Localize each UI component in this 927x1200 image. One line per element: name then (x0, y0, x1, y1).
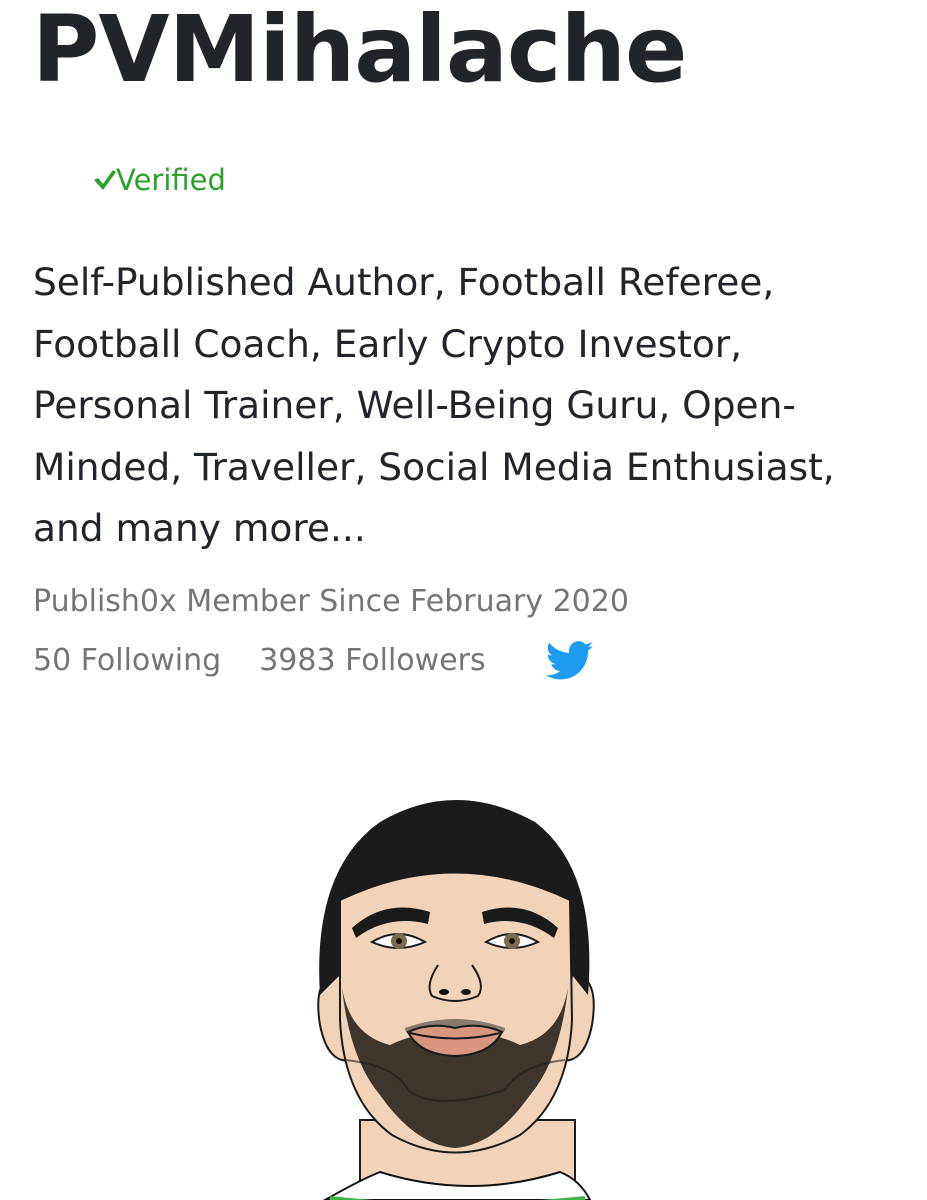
member-since-text: Publish0x Member Since February 2020 (33, 584, 629, 619)
twitter-icon (545, 641, 593, 680)
follow-stats: 50 Following 3983 Followers (33, 641, 594, 681)
username-heading: PVMihalache (32, 0, 687, 103)
verified-badge: Verified (93, 162, 226, 198)
avatar-illustration (317, 800, 595, 1200)
twitter-link[interactable] (545, 641, 594, 681)
checkmark-icon (94, 170, 116, 190)
profile-bio: Self-Published Author, Football Referee,… (33, 260, 835, 550)
following-link[interactable]: 50 Following (33, 641, 221, 681)
verified-label: Verified (116, 163, 226, 197)
followers-link[interactable]: 3983 Followers (259, 641, 485, 681)
